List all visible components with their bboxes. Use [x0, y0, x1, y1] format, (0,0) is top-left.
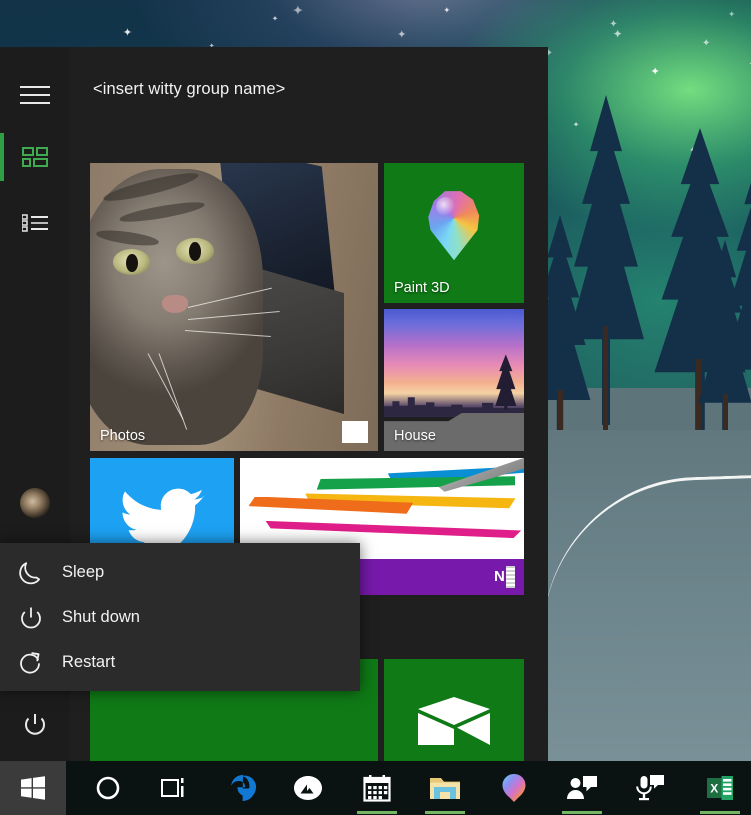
taskbar-item-file-explorer[interactable] — [411, 761, 479, 815]
windows-logo-icon — [20, 775, 46, 801]
tree-silhouette-art — [493, 354, 518, 410]
task-view-icon — [160, 775, 188, 801]
power-menu-label: Sleep — [62, 563, 104, 582]
power-menu-item-restart[interactable]: Restart — [0, 640, 360, 685]
taskbar-item-photos[interactable] — [274, 761, 342, 815]
taskbar-running-indicator — [562, 811, 602, 814]
photos-badge-icon — [342, 421, 368, 443]
sidebar-item-pinned-tiles[interactable] — [0, 133, 70, 181]
restart-icon — [0, 650, 62, 676]
taskbar-item-cortana[interactable] — [74, 761, 142, 815]
paint3d-icon — [426, 188, 482, 260]
taskbar-item-task-view[interactable] — [140, 761, 208, 815]
taskbar-running-indicator — [700, 811, 740, 814]
power-menu-label: Restart — [62, 653, 115, 672]
onenote-badge-icon: N — [493, 566, 515, 588]
screen: ✦✦✦✦✦✦✦✦✦✦✦✦✦✦✦✦✦✦✦✦✦✦ — [0, 0, 751, 815]
power-icon — [22, 712, 48, 738]
taskbar-item-recorder[interactable] — [615, 761, 683, 815]
hamburger-menu-button[interactable] — [0, 71, 70, 119]
power-menu-label: Shut down — [62, 608, 140, 627]
photos-tile-artwork — [90, 163, 378, 451]
edge-icon — [228, 773, 258, 803]
hamburger-icon — [20, 86, 50, 104]
sidebar-item-all-apps[interactable] — [0, 201, 70, 249]
taskbar-item-calendar[interactable] — [343, 761, 411, 815]
tile-label: House — [394, 428, 436, 444]
tile-photos[interactable]: Photos — [90, 163, 378, 451]
power-menu-item-shutdown[interactable]: Shut down — [0, 595, 360, 640]
taskbar-item-people[interactable] — [548, 761, 616, 815]
taskbar-running-indicator — [357, 811, 397, 814]
tile-paint3d[interactable]: Paint 3D — [384, 163, 524, 303]
taskbar-item-edge[interactable] — [209, 761, 277, 815]
moon-icon — [0, 560, 62, 586]
excel-icon: X — [706, 774, 734, 802]
start-button[interactable] — [0, 761, 66, 815]
circle-icon — [95, 775, 121, 801]
start-menu: <insert witty group name> — [0, 47, 548, 761]
people-chat-icon — [566, 775, 598, 801]
photos-icon — [293, 775, 323, 801]
app-list-icon — [22, 214, 48, 236]
power-icon — [0, 605, 62, 631]
tiles-icon — [22, 147, 48, 167]
power-flyout-menu: Sleep Shut down Restart — [0, 543, 360, 691]
mail-envelope-icon — [416, 695, 492, 747]
tile-label: Paint 3D — [394, 280, 450, 296]
tile-group-title: <insert witty group name> — [93, 80, 285, 99]
calendar-icon — [363, 774, 391, 802]
taskbar: X — [0, 761, 751, 815]
tile-mail[interactable]: Mail — [384, 659, 524, 761]
sidebar-item-user-account[interactable] — [0, 479, 70, 527]
house-tile-artwork — [384, 309, 524, 417]
sidebar-item-power[interactable] — [0, 701, 70, 749]
taskbar-item-excel[interactable]: X — [686, 761, 751, 815]
svg-text:X: X — [710, 782, 718, 796]
tile-label: Photos — [100, 428, 145, 444]
avatar — [20, 488, 50, 518]
paint3d-icon — [500, 773, 528, 803]
taskbar-item-paint3d[interactable] — [480, 761, 548, 815]
tile-house[interactable]: House — [384, 309, 524, 451]
folder-icon — [429, 775, 461, 801]
microphone-icon — [634, 774, 664, 802]
power-menu-item-sleep[interactable]: Sleep — [0, 550, 360, 595]
taskbar-running-indicator — [425, 811, 465, 814]
